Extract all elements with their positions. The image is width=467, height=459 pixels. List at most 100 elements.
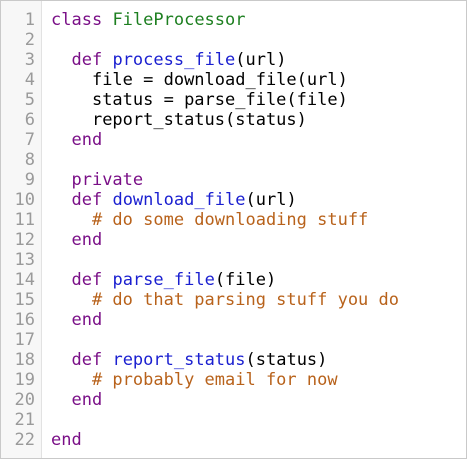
line-number: 7: [24, 130, 35, 150]
code-line[interactable]: 14 def parse_file(file): [1, 270, 466, 290]
code-line[interactable]: 21: [1, 410, 466, 430]
function-name: parse_file: [112, 270, 215, 290]
code-line[interactable]: 17: [1, 330, 466, 350]
code-content: # probably email for now: [51, 370, 338, 390]
code-line[interactable]: 4 file = download_file(url): [1, 70, 466, 90]
code-content: end: [51, 130, 102, 150]
line-number: 3: [24, 50, 35, 70]
comment: # probably email for now: [91, 370, 338, 390]
code-line[interactable]: 19 # probably email for now: [1, 370, 466, 390]
code-content: # do some downloading stuff: [51, 210, 368, 230]
class-name: FileProcessor: [112, 10, 246, 30]
code-line[interactable]: 18 def report_status(status): [1, 350, 466, 370]
keyword: def: [71, 270, 103, 290]
code-content: class FileProcessor: [51, 10, 246, 30]
code-line[interactable]: 13: [1, 250, 466, 270]
code-content: def report_status(status): [51, 350, 327, 370]
code-line[interactable]: 2: [1, 30, 466, 50]
line-number: 6: [24, 110, 35, 130]
line-number: 18: [14, 350, 35, 370]
code-content: def download_file(url): [51, 190, 297, 210]
code-line[interactable]: 16 end: [1, 310, 466, 330]
code-line[interactable]: 5 status = parse_file(file): [1, 90, 466, 110]
line-number: 20: [14, 390, 35, 410]
code-content: def process_file(url): [51, 50, 286, 70]
code-text: (url): [235, 50, 287, 70]
code-line[interactable]: 8: [1, 150, 466, 170]
keyword: end: [51, 430, 82, 450]
code-line[interactable]: 1 class FileProcessor: [1, 10, 466, 30]
code-content: end: [51, 230, 102, 250]
code-line[interactable]: 10 def download_file(url): [1, 190, 466, 210]
code-content: private: [51, 170, 143, 190]
comment: # do that parsing stuff you do: [91, 290, 399, 310]
code-editor[interactable]: 1 class FileProcessor 2 3 def process_file(…: [0, 0, 467, 459]
keyword: def: [71, 350, 103, 370]
line-number: 4: [24, 70, 35, 90]
code-content: status = parse_file(file): [51, 90, 348, 110]
line-number: 5: [24, 90, 35, 110]
code-content: end: [51, 390, 102, 410]
line-number: 13: [14, 250, 35, 270]
code-line[interactable]: 7 end: [1, 130, 466, 150]
line-number: 10: [14, 190, 35, 210]
keyword: class: [51, 10, 103, 30]
code-content: end: [51, 430, 82, 450]
function-name: download_file: [112, 190, 246, 210]
function-name: report_status: [112, 350, 246, 370]
line-number: 12: [14, 230, 35, 250]
code-line[interactable]: 12 end: [1, 230, 466, 250]
keyword: def: [71, 50, 103, 70]
code-content: report_status(status): [51, 110, 307, 130]
keyword: end: [71, 310, 103, 330]
code-line[interactable]: 9 private: [1, 170, 466, 190]
code-content: file = download_file(url): [51, 70, 348, 90]
line-number: 1: [24, 10, 35, 30]
keyword: end: [71, 230, 103, 250]
line-number: 9: [24, 170, 35, 190]
code-line[interactable]: 15 # do that parsing stuff you do: [1, 290, 466, 310]
code-area[interactable]: 1 class FileProcessor 2 3 def process_file(…: [1, 10, 466, 450]
code-content: # do that parsing stuff you do: [51, 290, 399, 310]
line-number: 16: [14, 310, 35, 330]
code-line[interactable]: 22 end: [1, 430, 466, 450]
line-number: 11: [14, 210, 35, 230]
code-text: report_status(status): [91, 110, 307, 130]
line-number: 2: [24, 30, 35, 50]
keyword: end: [71, 390, 103, 410]
keyword: end: [71, 130, 103, 150]
function-name: process_file: [112, 50, 236, 70]
keyword: private: [71, 170, 144, 190]
code-text: (url): [245, 190, 297, 210]
code-line[interactable]: 6 report_status(status): [1, 110, 466, 130]
code-content: end: [51, 310, 102, 330]
line-number: 19: [14, 370, 35, 390]
line-number: 8: [24, 150, 35, 170]
code-line[interactable]: 3 def process_file(url): [1, 50, 466, 70]
line-number: 15: [14, 290, 35, 310]
code-content: def parse_file(file): [51, 270, 276, 290]
code-line[interactable]: 11 # do some downloading stuff: [1, 210, 466, 230]
code-line[interactable]: 20 end: [1, 390, 466, 410]
code-text: file = download_file(url): [91, 70, 348, 90]
code-text: (status): [245, 350, 328, 370]
line-number: 14: [14, 270, 35, 290]
line-number: 21: [14, 410, 35, 430]
code-text: (file): [214, 270, 277, 290]
line-number: 17: [14, 330, 35, 350]
